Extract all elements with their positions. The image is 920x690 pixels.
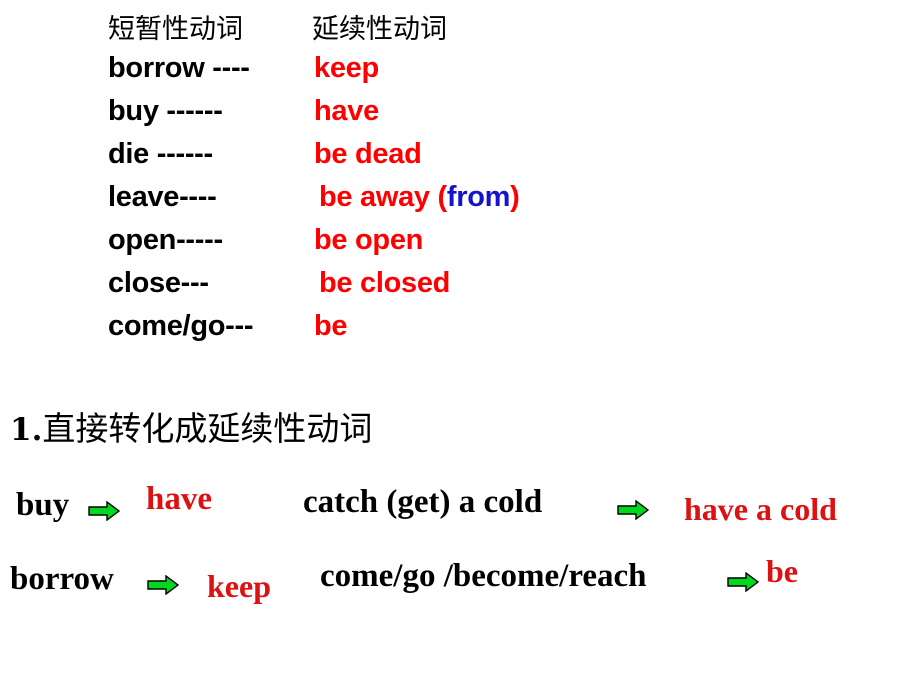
verb-source: borrow ----: [108, 52, 250, 84]
verb-table-header-row: 短暂性动词 延续性动词: [108, 10, 808, 52]
paren-close: ): [510, 181, 520, 213]
table-row: come/go--- be: [108, 310, 808, 353]
section-heading: 1.直接转化成延续性动词: [10, 402, 372, 450]
example-target: have: [146, 481, 212, 517]
example-target: have a cold: [684, 491, 837, 527]
section-number: 1.: [10, 412, 43, 448]
verb-target: be dead: [314, 138, 422, 170]
verb-source: buy ------: [108, 95, 223, 127]
section-title: 直接转化成延续性动词: [42, 409, 373, 448]
right-arrow-icon: [88, 500, 121, 522]
verb-pair-table: 短暂性动词 延续性动词 borrow ---- keep buy ------ …: [108, 10, 808, 353]
header-short-action-verbs: 短暂性动词: [108, 14, 243, 45]
table-row: close--- be closed: [108, 267, 808, 310]
example-target: keep: [207, 568, 271, 604]
example-source: borrow: [10, 561, 114, 597]
verb-source: come/go---: [108, 310, 254, 342]
verb-target: be open: [314, 224, 424, 256]
paren-open: (: [437, 181, 448, 213]
table-row: die ------ be dead: [108, 138, 808, 181]
example-source: buy: [16, 487, 70, 523]
right-arrow-icon: [617, 499, 650, 521]
verb-target-main: be away: [319, 181, 438, 213]
verb-source: die ------: [108, 138, 213, 170]
table-row: borrow ---- keep: [108, 52, 808, 95]
right-arrow-icon: [727, 571, 760, 593]
header-continuous-verbs: 延续性动词: [312, 14, 447, 45]
verb-target: be closed: [319, 267, 451, 299]
table-row: leave---- be away (from): [108, 181, 808, 224]
verb-target: keep: [314, 52, 379, 84]
verb-target: be: [314, 310, 348, 342]
example-source: come/go /become/reach: [320, 558, 647, 594]
verb-source: leave----: [108, 181, 217, 213]
verb-target: be away (from): [314, 181, 520, 214]
table-row: buy ------ have: [108, 95, 808, 138]
verb-target: have: [314, 95, 379, 127]
verb-target-preposition: from: [446, 181, 511, 213]
table-row: open----- be open: [108, 224, 808, 267]
example-target: be: [766, 553, 798, 589]
verb-source: open-----: [108, 224, 223, 256]
verb-source: close---: [108, 267, 209, 299]
example-source: catch (get) a cold: [303, 484, 543, 520]
right-arrow-icon: [147, 574, 180, 596]
